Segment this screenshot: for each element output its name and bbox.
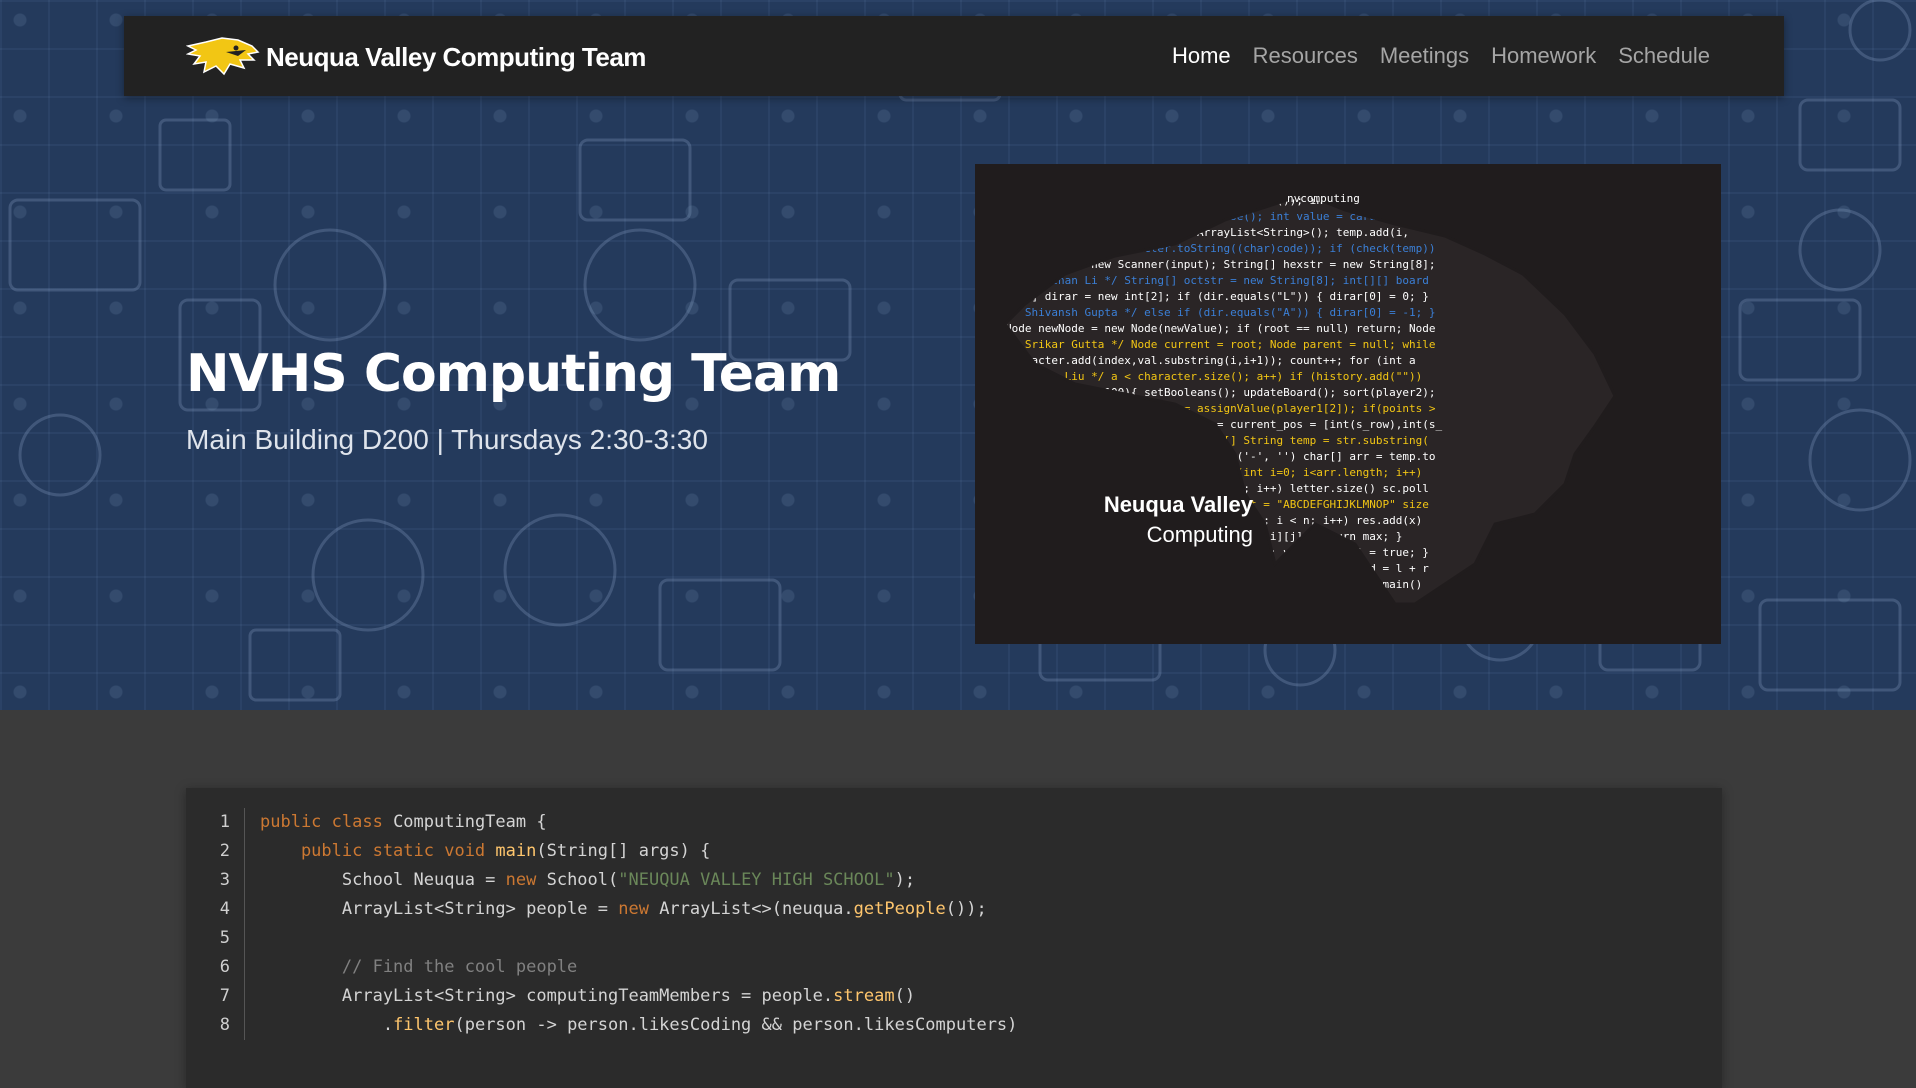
line-number: 8: [219, 1015, 230, 1035]
code-token: .: [260, 1015, 394, 1035]
code-line: .filter(person -> person.likesCoding && …: [260, 1011, 1018, 1040]
logo-line-1: Neuqua Valley: [1103, 492, 1253, 517]
code-token: new: [505, 870, 547, 890]
line-number: 4: [219, 899, 230, 919]
line-number: 5: [219, 928, 230, 948]
svg-text:int[] dirar = new int[2]; if (: int[] dirar = new int[2]; if (dir.equals…: [1005, 290, 1429, 303]
code-token: public class: [260, 812, 394, 832]
nav-link-meetings[interactable]: Meetings: [1380, 43, 1469, 69]
code-eagle-art: sort(hands[turn].begin(), hands[turn].en…: [975, 164, 1721, 644]
code-line: School Neuqua = new School("NEUQUA VALLE…: [260, 866, 1017, 895]
svg-text:/* Srikar Gutta */ Node curren: /* Srikar Gutta */ Node current = root; …: [1005, 338, 1435, 351]
line-number: 6: [219, 957, 230, 977]
nav-link-homework[interactable]: Homework: [1491, 43, 1596, 69]
code-token: filter: [393, 1015, 455, 1035]
code-line: ArrayList<String> computingTeamMembers =…: [260, 982, 1017, 1011]
code-token: public static void: [260, 841, 496, 861]
meeting-info: Main Building D200 | Thursdays 2:30-3:30: [186, 424, 708, 455]
code-token: getPeople: [853, 899, 946, 919]
code-token: (String[] args) {: [536, 841, 711, 861]
code-line: ArrayList<String> people = new ArrayList…: [260, 895, 1017, 924]
code-token: ArrayList<String> people =: [260, 899, 619, 919]
nav-link-resources[interactable]: Resources: [1253, 43, 1358, 69]
eagle-logo-icon: [186, 37, 260, 76]
team-logo-image: sort(hands[turn].begin(), hands[turn].en…: [975, 164, 1721, 644]
nav-menu: Home Resources Meetings Homework Schedul…: [1150, 16, 1710, 96]
code-token: ());: [945, 899, 987, 919]
svg-text:nvcomputing: nvcomputing: [1287, 192, 1360, 205]
code-token: School(: [546, 870, 619, 890]
page-title: NVHS Computing Team: [186, 344, 841, 404]
logo-line-2: Computing: [1146, 522, 1253, 547]
code-line: public class ComputingTeam {: [260, 808, 1017, 837]
code-token: (): [894, 986, 916, 1006]
line-number: 7: [219, 986, 230, 1006]
code-token: new: [618, 899, 660, 919]
code-line: public static void main(String[] args) {: [260, 837, 1017, 866]
code-token: stream: [833, 986, 895, 1006]
code-block: 1 2 3 4 5 6 7 8 public class ComputingTeam { pu…: [186, 788, 1722, 1088]
svg-text:/* Jonathan Li */ String[] oct: /* Jonathan Li */ String[] octstr = new …: [1005, 274, 1429, 287]
code-content: public class ComputingTeam { public stat…: [260, 808, 1017, 1040]
line-number: 2: [219, 841, 230, 861]
code-token: (person -> person.likesCoding && person.…: [454, 1015, 1018, 1035]
code-token: ArrayList<>(neuqua.: [659, 899, 854, 919]
line-number: 1: [219, 812, 230, 832]
navbar: Neuqua Valley Computing Team Home Resour…: [124, 16, 1784, 96]
line-numbers: 1 2 3 4 5 6 7 8: [186, 808, 245, 1040]
code-line: // Find the cool people: [260, 953, 1017, 982]
code-token: );: [894, 870, 916, 890]
nav-link-home[interactable]: Home: [1172, 43, 1231, 69]
code-token: School Neuqua =: [260, 870, 506, 890]
hero-section: Neuqua Valley Computing Team Home Resour…: [0, 0, 1916, 710]
code-token: ComputingTeam {: [393, 812, 547, 832]
logo-wordmark: Neuqua Valley Computing: [1104, 490, 1253, 550]
svg-text:Node newNode = new Node(newVal: Node newNode = new Node(newValue); if (r…: [1005, 322, 1435, 335]
code-token: // Find the cool people: [260, 957, 578, 977]
svg-text:character.add(index,val.substr: character.add(index,val.substring(i,i+1)…: [1005, 354, 1416, 367]
code-token: "NEUQUA VALLEY HIGH SCHOOL": [618, 870, 895, 890]
nav-link-schedule[interactable]: Schedule: [1618, 43, 1710, 69]
brand-name: Neuqua Valley Computing Team: [266, 41, 646, 72]
svg-text:/* Shivansh Gupta */ else if (: /* Shivansh Gupta */ else if (dir.equals…: [1005, 306, 1435, 319]
line-number: 3: [219, 870, 230, 890]
code-token: main: [495, 841, 537, 861]
code-token: ArrayList<String> computingTeamMembers =…: [260, 986, 834, 1006]
brand-link[interactable]: Neuqua Valley Computing Team: [186, 36, 646, 78]
